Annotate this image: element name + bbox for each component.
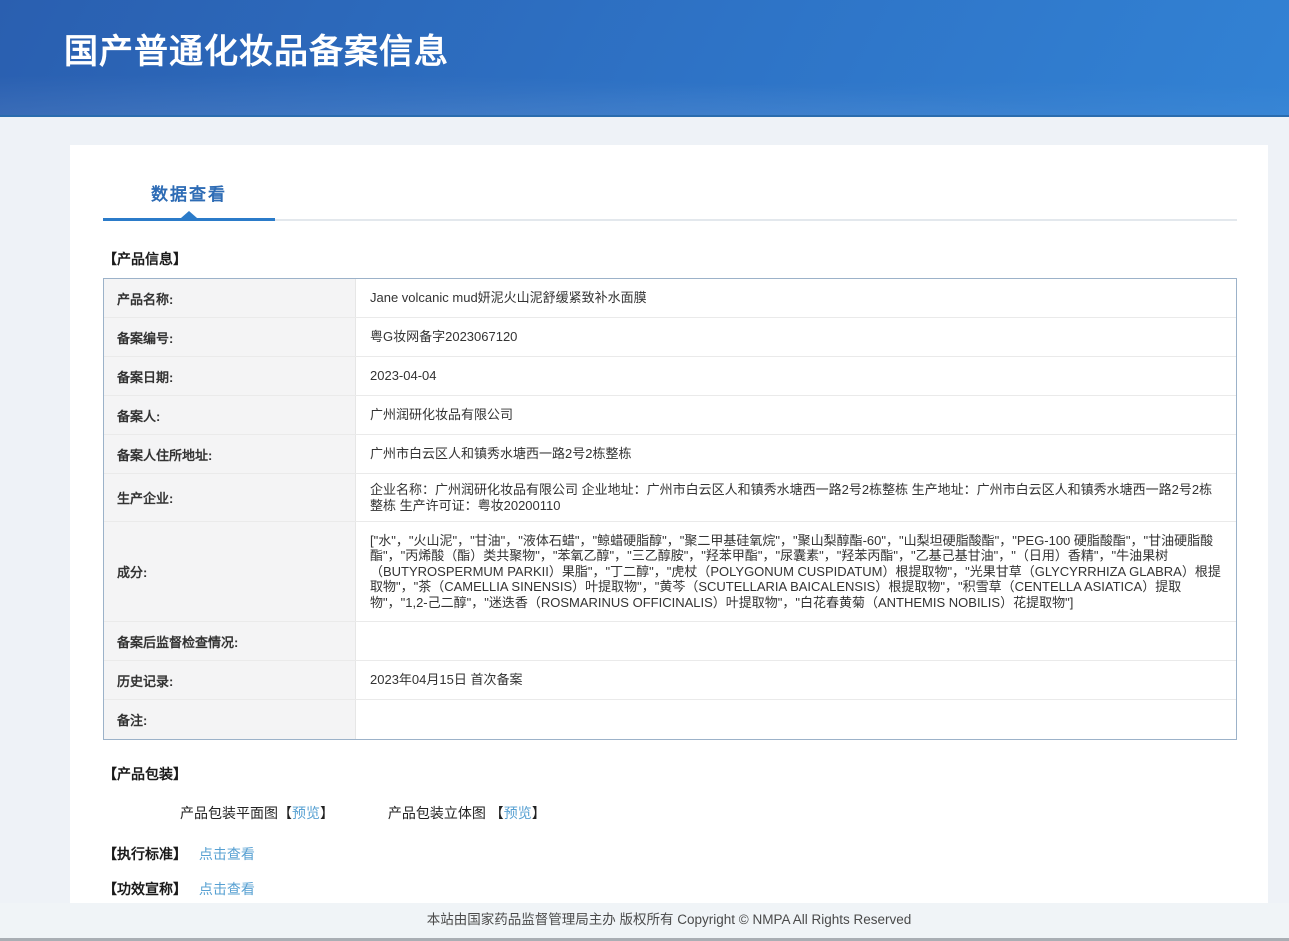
table-row: 备案日期: 2023-04-04	[104, 357, 1236, 396]
table-row: 备案后监督检查情况:	[104, 622, 1236, 661]
row-label: 生产企业:	[104, 474, 356, 521]
row-label: 备案人住所地址:	[104, 435, 356, 473]
efficacy-view-link[interactable]: 点击查看	[199, 881, 255, 897]
row-value	[356, 700, 1236, 739]
flat-image-preview-link[interactable]: 预览	[292, 805, 320, 821]
row-label: 历史记录:	[104, 661, 356, 699]
row-label: 备案日期:	[104, 357, 356, 395]
table-row: 备案人住所地址: 广州市白云区人和镇秀水塘西一路2号2栋整栋	[104, 435, 1236, 474]
copyright-text: 本站由国家药品监督管理局主办 版权所有 Copyright © NMPA All…	[70, 903, 1268, 937]
row-value	[356, 622, 1236, 660]
row-label: 成分:	[104, 522, 356, 621]
section-title-standard: 【执行标准】	[103, 846, 187, 862]
tab-bar: 数据查看	[103, 178, 1237, 221]
row-value: 2023年04月15日 首次备案	[356, 661, 1236, 699]
table-row: 成分: ["水"，"火山泥"，"甘油"，"液体石蜡"，"鲸蜡硬脂醇"，"聚二甲基…	[104, 522, 1236, 622]
section-title-efficacy: 【功效宣称】	[103, 881, 187, 897]
table-row: 备案编号: 粤G妆网备字2023067120	[104, 318, 1236, 357]
row-label: 备注:	[104, 700, 356, 739]
row-value: 广州市白云区人和镇秀水塘西一路2号2栋整栋	[356, 435, 1236, 473]
stereo-image-item: 产品包装立体图 【预览】	[388, 805, 546, 821]
stereo-image-label-close: 】	[532, 805, 546, 821]
page-footer: 本站由国家药品监督管理局主办 版权所有 Copyright © NMPA All…	[0, 903, 1289, 938]
row-value: ["水"，"火山泥"，"甘油"，"液体石蜡"，"鲸蜡硬脂醇"，"聚二甲基硅氧烷"…	[356, 522, 1236, 621]
stereo-image-preview-link[interactable]: 预览	[504, 805, 532, 821]
row-label: 备案人:	[104, 396, 356, 434]
row-label: 备案编号:	[104, 318, 356, 356]
flat-image-label-close: 】	[320, 805, 334, 821]
table-row: 生产企业: 企业名称：广州润研化妆品有限公司 企业地址：广州市白云区人和镇秀水塘…	[104, 474, 1236, 522]
page-title: 国产普通化妆品备案信息	[64, 24, 449, 73]
row-value: 2023-04-04	[356, 357, 1236, 395]
row-value: 企业名称：广州润研化妆品有限公司 企业地址：广州市白云区人和镇秀水塘西一路2号2…	[356, 474, 1236, 521]
content-card: 数据查看 【产品信息】 产品名称: Jane volcanic mud妍泥火山泥…	[70, 145, 1268, 903]
section-title-product-info: 【产品信息】	[103, 249, 1237, 269]
row-value: 粤G妆网备字2023067120	[356, 318, 1236, 356]
stereo-image-label: 产品包装立体图 【	[388, 805, 504, 821]
product-info-table: 产品名称: Jane volcanic mud妍泥火山泥舒缓紧致补水面膜 备案编…	[103, 278, 1237, 740]
table-row: 备注:	[104, 700, 1236, 739]
row-label: 备案后监督检查情况:	[104, 622, 356, 660]
standard-view-link[interactable]: 点击查看	[199, 846, 255, 862]
section-title-packaging: 【产品包装】	[103, 764, 1237, 784]
flat-image-label: 产品包装平面图【	[180, 805, 292, 821]
row-value: 广州润研化妆品有限公司	[356, 396, 1236, 434]
table-row: 历史记录: 2023年04月15日 首次备案	[104, 661, 1236, 700]
tab-active-underline	[103, 218, 275, 221]
table-row: 产品名称: Jane volcanic mud妍泥火山泥舒缓紧致补水面膜	[104, 279, 1236, 318]
page-header: 国产普通化妆品备案信息	[0, 0, 1289, 117]
standard-section: 【执行标准】 点击查看	[103, 844, 1237, 864]
efficacy-section: 【功效宣称】 点击查看	[103, 879, 1237, 899]
packaging-previews: 产品包装平面图【预览】 产品包装立体图 【预览】	[103, 803, 1237, 823]
row-value: Jane volcanic mud妍泥火山泥舒缓紧致补水面膜	[356, 279, 1236, 317]
tab-data-view[interactable]: 数据查看	[103, 180, 275, 205]
row-label: 产品名称:	[104, 279, 356, 317]
flat-image-item: 产品包装平面图【预览】	[180, 805, 334, 821]
table-row: 备案人: 广州润研化妆品有限公司	[104, 396, 1236, 435]
